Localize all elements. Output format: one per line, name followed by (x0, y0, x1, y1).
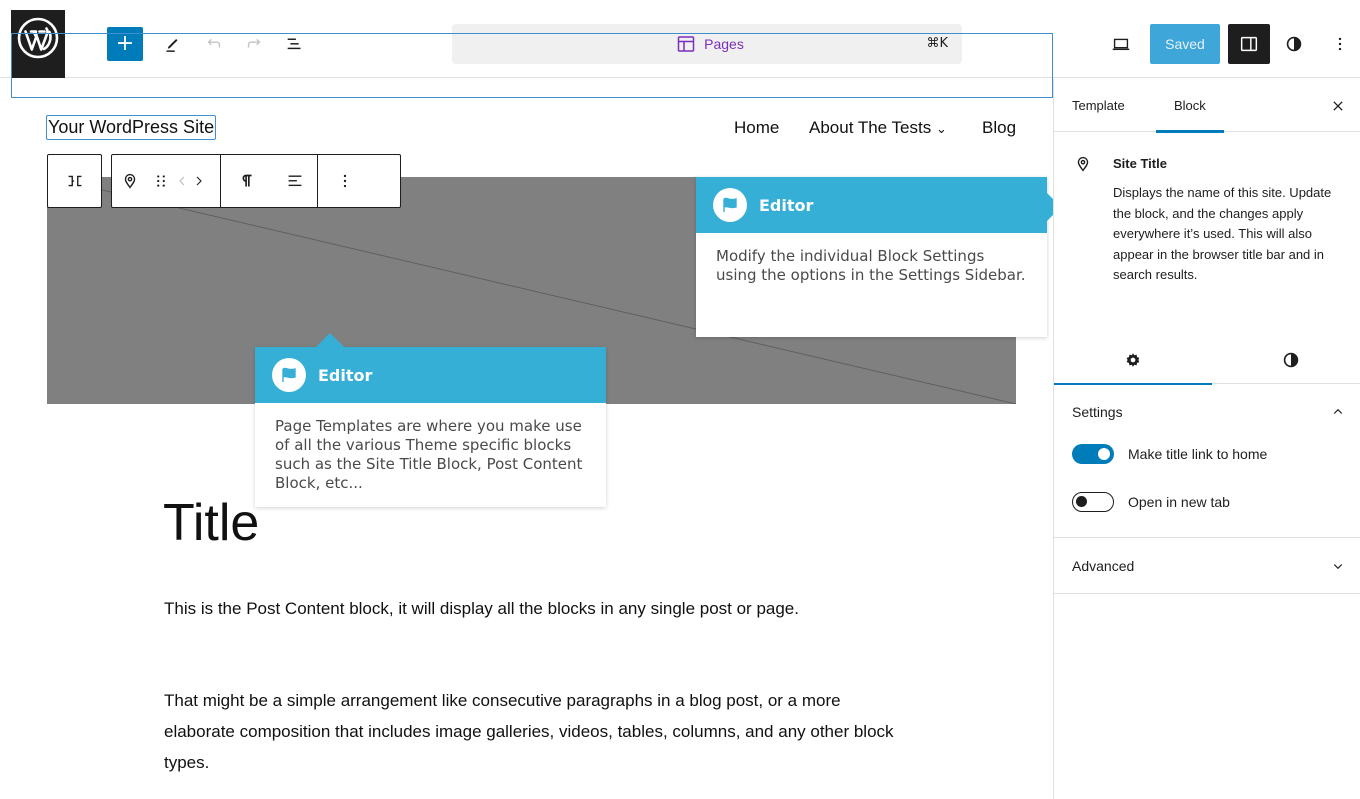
open-new-tab-toggle[interactable] (1072, 492, 1114, 512)
tour-tooltip-title: Editor (318, 365, 373, 385)
preview-device-button[interactable] (1106, 28, 1136, 60)
nav-item-home[interactable]: Home (734, 118, 779, 138)
tab-block[interactable]: Block (1156, 79, 1224, 133)
more-vertical-icon (343, 174, 347, 188)
tour-tooltip-title: Editor (759, 195, 814, 215)
advanced-panel-toggle[interactable]: Advanced (1054, 538, 1360, 594)
move-left-button[interactable] (174, 155, 190, 207)
make-title-link-home-row: Make title link to home (1072, 444, 1267, 464)
advanced-panel-title: Advanced (1072, 558, 1135, 574)
tab-styles[interactable] (1212, 336, 1360, 384)
make-title-link-home-toggle[interactable] (1072, 444, 1114, 464)
parent-block-selector[interactable] (47, 154, 102, 208)
flag-icon (272, 358, 306, 392)
gear-icon (1126, 353, 1140, 367)
paragraph-icon (242, 174, 252, 187)
map-marker-icon (1077, 156, 1089, 172)
template-part-icon (68, 175, 81, 187)
close-sidebar-button[interactable] (1327, 95, 1349, 117)
chevron-down-icon: ⌄ (935, 121, 947, 136)
nav-item-about-label: About The Tests (809, 118, 932, 137)
advanced-panel: Advanced (1054, 538, 1360, 594)
open-new-tab-row: Open in new tab (1072, 492, 1230, 512)
post-title[interactable]: Title (163, 493, 259, 553)
contrast-icon (1286, 36, 1302, 52)
block-card: Site Title Displays the name of this sit… (1054, 133, 1360, 333)
options-menu-button[interactable] (1325, 28, 1355, 60)
settings-panel-title: Settings (1072, 404, 1123, 420)
header-template-part[interactable] (11, 33, 1053, 98)
chevron-down-icon (1333, 564, 1343, 570)
make-title-link-home-label: Make title link to home (1128, 446, 1268, 462)
drag-handle-icon (157, 175, 165, 187)
site-title-block[interactable]: Your WordPress Site (46, 115, 217, 140)
sidebar-icon (1240, 36, 1258, 52)
settings-panel-toggle[interactable]: Settings (1054, 384, 1360, 440)
tour-tooltip-body: Page Templates are where you make use of… (275, 417, 583, 492)
align-left-icon (288, 175, 302, 187)
block-toolbar (111, 154, 401, 208)
sidebar-tabs: Template Block (1054, 79, 1360, 133)
tour-tooltip-block-settings: Editor Modify the individual Block Setti… (696, 177, 1047, 337)
tour-tooltip-page-templates: Editor Page Templates are where you make… (255, 347, 606, 507)
transform-paragraph-button[interactable] (221, 155, 273, 207)
tour-tooltip-body: Modify the individual Block Settings usi… (716, 247, 1026, 284)
block-type-button[interactable] (112, 155, 148, 207)
desktop-icon (1112, 38, 1130, 51)
settings-panel: Settings Make title link to home Open in… (1054, 384, 1360, 538)
open-new-tab-label: Open in new tab (1128, 494, 1230, 510)
tab-template[interactable]: Template (1072, 79, 1125, 132)
block-options-button[interactable] (318, 155, 372, 207)
nav-item-about[interactable]: About The Tests ⌄ (809, 118, 947, 138)
tab-settings[interactable] (1054, 336, 1212, 385)
styles-button[interactable] (1279, 28, 1309, 60)
tab-block-label: Block (1174, 98, 1206, 113)
block-card-description: Displays the name of this site. Update t… (1113, 185, 1332, 282)
more-vertical-icon (1338, 37, 1342, 51)
chevron-up-icon (1333, 408, 1343, 414)
tour-tooltip-header: Editor (696, 177, 1047, 233)
nav-item-blog[interactable]: Blog (982, 118, 1016, 138)
saved-button[interactable]: Saved (1150, 24, 1220, 64)
parent-block-button[interactable] (48, 155, 101, 207)
contrast-icon (1283, 352, 1299, 368)
settings-sidebar-toggle[interactable] (1228, 24, 1270, 64)
settings-sidebar: Template Block Site Title Displays the n… (1053, 79, 1360, 799)
map-marker-icon (124, 173, 136, 189)
tour-tooltip-header: Editor (255, 347, 606, 403)
flag-icon (713, 188, 747, 222)
drag-handle[interactable] (148, 155, 174, 207)
tour-tooltip-pointer (315, 333, 345, 348)
align-text-button[interactable] (273, 155, 317, 207)
post-content-paragraph[interactable]: This is the Post Content block, it will … (164, 593, 904, 624)
post-content-paragraph[interactable]: That might be a simple arrangement like … (164, 685, 904, 778)
block-card-title: Site Title (1113, 156, 1167, 171)
chevron-left-icon (179, 176, 185, 186)
saved-label: Saved (1165, 36, 1205, 52)
move-right-button[interactable] (190, 155, 208, 207)
chevron-right-icon (196, 176, 202, 186)
close-icon (1333, 101, 1343, 111)
inspector-tabs (1054, 336, 1360, 385)
